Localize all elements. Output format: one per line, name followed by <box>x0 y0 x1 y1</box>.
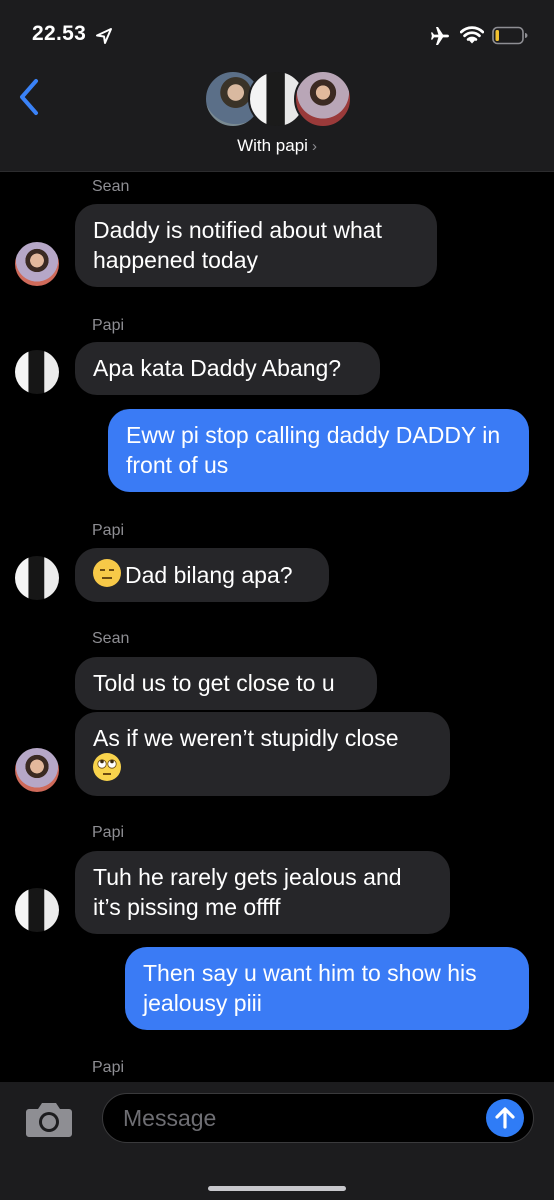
compose-bar <box>0 1082 554 1200</box>
location-arrow-icon <box>96 28 112 44</box>
message-text: Dad bilang apa? <box>125 562 293 588</box>
message-thread[interactable]: Sean Daddy is notified about what happen… <box>0 172 554 1082</box>
status-time: 22.53 <box>32 22 87 45</box>
back-chevron-icon[interactable] <box>16 77 42 117</box>
group-avatar-stack[interactable] <box>204 70 352 132</box>
send-button[interactable] <box>486 1099 524 1137</box>
battery-icon <box>492 26 528 45</box>
message-input[interactable] <box>102 1093 534 1143</box>
message-text: Apa kata Daddy Abang? <box>93 355 342 381</box>
sender-name: Papi <box>92 1059 125 1076</box>
group-name: With papi <box>237 136 308 155</box>
conversation-header: With papi › <box>0 62 554 172</box>
message-text: Told us to get close to u <box>93 670 335 696</box>
message-text: Then say u want him to show his jealousy… <box>143 960 477 1016</box>
incoming-message-bubble[interactable]: Daddy is notified about what happened to… <box>75 204 437 287</box>
eye-roll-face-icon <box>93 753 121 781</box>
message-text: Tuh he rarely gets jealous and it’s piss… <box>93 864 402 920</box>
message-text: Eww pi stop calling daddy DADDY in front… <box>126 422 501 478</box>
chevron-right-icon: › <box>311 138 317 155</box>
sender-name: Sean <box>92 178 130 195</box>
sender-name: Papi <box>92 824 125 841</box>
message-text: As if we weren’t stupidly close <box>93 725 399 751</box>
incoming-message-bubble[interactable]: Dad bilang apa? <box>75 548 329 602</box>
outgoing-message-bubble[interactable]: Then say u want him to show his jealousy… <box>125 947 529 1030</box>
home-indicator <box>208 1186 346 1191</box>
group-name-link[interactable]: With papi › <box>0 136 554 156</box>
incoming-message-bubble[interactable]: Apa kata Daddy Abang? <box>75 342 380 395</box>
sender-name: Papi <box>92 317 125 334</box>
sender-name: Sean <box>92 630 130 647</box>
arrow-up-icon <box>495 1107 515 1129</box>
avatar <box>294 70 352 128</box>
wifi-icon <box>460 26 484 44</box>
status-bar: 22.53 <box>0 0 554 62</box>
avatar[interactable] <box>15 350 59 394</box>
incoming-message-bubble[interactable]: Told us to get close to u <box>75 657 377 710</box>
incoming-message-bubble[interactable]: Tuh he rarely gets jealous and it’s piss… <box>75 851 450 934</box>
avatar[interactable] <box>15 242 59 286</box>
sender-name: Papi <box>92 522 125 539</box>
avatar[interactable] <box>15 888 59 932</box>
message-text: Daddy is notified about what happened to… <box>93 217 382 273</box>
avatar[interactable] <box>15 556 59 600</box>
camera-icon[interactable] <box>25 1099 73 1139</box>
expressionless-face-icon <box>93 559 121 587</box>
outgoing-message-bubble[interactable]: Eww pi stop calling daddy DADDY in front… <box>108 409 529 492</box>
avatar[interactable] <box>15 748 59 792</box>
airplane-mode-icon <box>431 27 449 45</box>
incoming-message-bubble[interactable]: As if we weren’t stupidly close <box>75 712 450 796</box>
